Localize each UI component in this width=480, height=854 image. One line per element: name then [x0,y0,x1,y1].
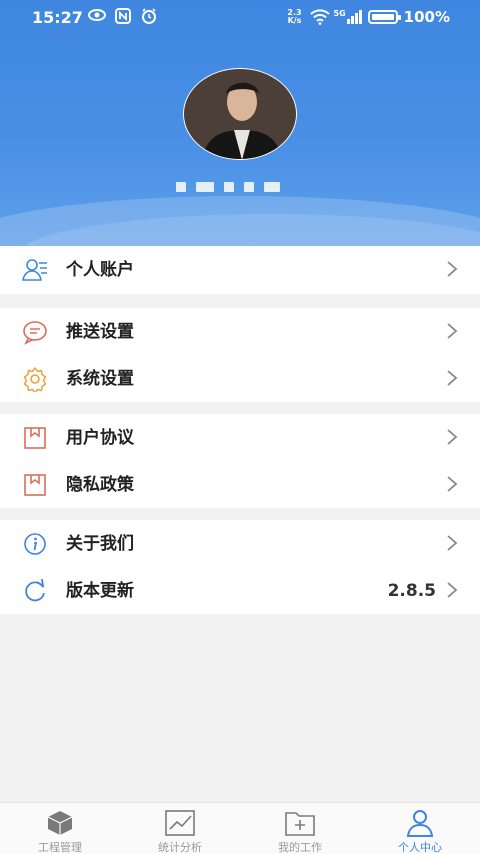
nfc-icon [114,8,132,24]
chevron-right-icon [446,534,458,552]
menu-item-label: 系统设置 [66,369,134,389]
profile-header: 15:27 2.3 K/s 5G 100% [0,0,480,246]
chat-bubble-icon [22,319,48,345]
tab-project-management[interactable]: 工程管理 [0,803,120,854]
menu-item-label: 版本更新 [66,581,134,601]
gear-icon [22,366,48,394]
menu-item-version-update[interactable]: 版本更新 2.8.5 [0,567,480,614]
menu-item-label: 关于我们 [66,534,134,554]
menu-item-label: 用户协议 [66,428,134,448]
menu-section-account: 个人账户 [0,246,480,294]
battery-percent: 100% [403,8,450,26]
tab-label: 统计分析 [158,841,202,854]
chevron-right-icon [446,428,458,446]
person-list-icon [22,257,48,283]
refresh-icon [22,578,48,604]
tab-label: 工程管理 [38,841,82,854]
cube-icon [44,809,76,837]
tab-my-work[interactable]: 我的工作 [240,803,360,854]
avatar[interactable] [182,68,298,160]
network-speed: 2.3 K/s [286,9,304,25]
menu-item-label: 隐私政策 [66,475,134,495]
chevron-right-icon [446,475,458,493]
chevron-right-icon [446,260,458,278]
menu-item-personal-account[interactable]: 个人账户 [0,246,480,293]
signal-type: 5G [333,9,346,18]
avatar-photo [183,68,297,160]
chevron-right-icon [446,322,458,340]
document-icon [22,425,48,451]
chart-icon [164,809,196,837]
menu-item-label: 推送设置 [66,322,134,342]
person-icon [404,809,436,837]
menu-item-about-us[interactable]: 关于我们 [0,520,480,567]
tab-statistics[interactable]: 统计分析 [120,803,240,854]
tab-label: 我的工作 [278,841,322,854]
info-icon [22,531,48,557]
status-time: 15:27 [32,8,83,27]
alarm-icon [140,8,158,24]
menu-section-legal: 用户协议 隐私政策 [0,414,480,508]
menu-item-system-settings[interactable]: 系统设置 [0,355,480,402]
menu-item-push-settings[interactable]: 推送设置 [0,308,480,355]
menu-item-user-agreement[interactable]: 用户协议 [0,414,480,461]
chevron-right-icon [446,581,458,599]
wifi-icon [309,9,330,25]
version-number: 2.8.5 [387,581,436,601]
tab-label: 个人中心 [398,841,442,854]
document-icon [22,472,48,498]
tab-personal-center[interactable]: 个人中心 [360,803,480,854]
menu-section-settings: 推送设置 系统设置 [0,308,480,402]
cellular-signal-icon: 5G [334,10,362,24]
menu-item-privacy-policy[interactable]: 隐私政策 [0,461,480,508]
username-blurred [176,180,306,194]
bottom-tab-bar: 工程管理 统计分析 我的工作 个人中心 [0,802,480,854]
menu-item-label: 个人账户 [66,260,134,280]
status-bar: 15:27 2.3 K/s 5G 100% [0,0,480,36]
folder-add-icon [284,809,316,837]
eye-icon [88,8,106,24]
battery-icon [367,10,401,24]
menu-section-about: 关于我们 版本更新 2.8.5 [0,520,480,614]
net-speed-unit: K/s [287,16,302,25]
chevron-right-icon [446,369,458,387]
